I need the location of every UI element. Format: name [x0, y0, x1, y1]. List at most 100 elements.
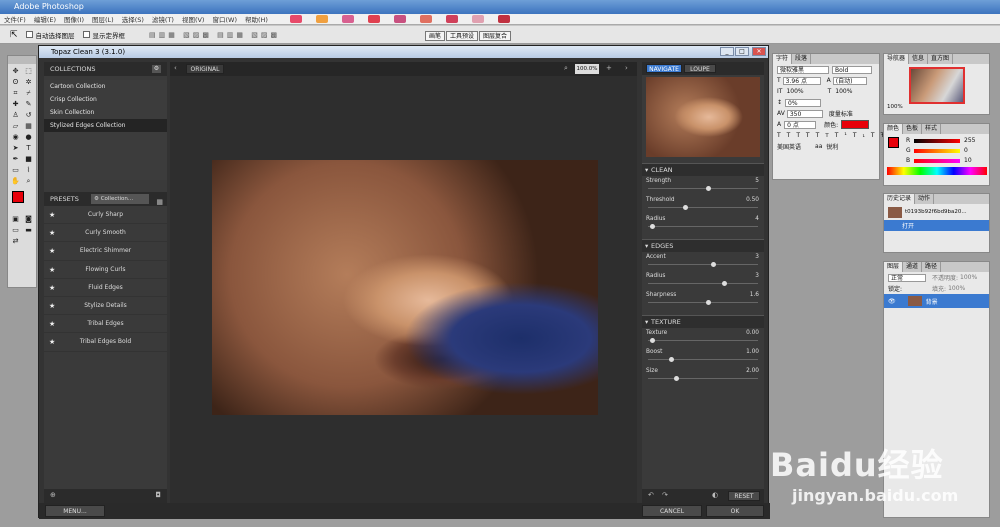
- tab-swatches[interactable]: 色板: [903, 124, 923, 134]
- slider-handle[interactable]: [650, 338, 656, 343]
- tab-color[interactable]: 颜色: [884, 124, 904, 134]
- healing-tool-icon[interactable]: ✚: [10, 100, 21, 109]
- underline-icon[interactable]: T: [871, 132, 881, 139]
- section-header[interactable]: ▾ TEXTURE: [642, 315, 764, 328]
- leading-field[interactable]: (自动): [832, 76, 867, 85]
- brush-tool-icon[interactable]: ✎: [23, 100, 34, 109]
- tab-character[interactable]: 字符: [773, 54, 793, 64]
- collection-item-selected[interactable]: Stylized Edges Collection: [44, 119, 167, 132]
- tab-brushes[interactable]: 画笔: [425, 31, 446, 41]
- tab-loupe[interactable]: LOUPE: [684, 64, 716, 73]
- collection-item[interactable]: Skin Collection: [44, 106, 167, 119]
- font-family-select[interactable]: 微软雅黑: [777, 65, 829, 74]
- camera-icon[interactable]: ◘: [155, 491, 161, 499]
- collections-settings-icon[interactable]: ⚙: [152, 65, 161, 73]
- lasso-tool-icon[interactable]: ʘ: [10, 78, 21, 87]
- star-icon[interactable]: ★: [49, 333, 55, 351]
- eraser-tool-icon[interactable]: ▱: [10, 122, 21, 131]
- slider-value[interactable]: 3: [755, 273, 759, 279]
- magic-wand-icon[interactable]: ✲: [23, 78, 34, 87]
- tab-layers[interactable]: 图层: [884, 262, 904, 272]
- slider-track[interactable]: [648, 302, 758, 303]
- g-slider[interactable]: [914, 149, 960, 153]
- tab-paragraph[interactable]: 段落: [792, 54, 812, 64]
- compare-icon[interactable]: ◐: [712, 491, 718, 499]
- screen-mode-icon[interactable]: ▬: [23, 226, 34, 235]
- foreground-color[interactable]: [12, 191, 24, 203]
- star-icon[interactable]: ★: [49, 224, 55, 242]
- slider-value[interactable]: 5: [755, 178, 759, 184]
- slider-value[interactable]: 0.50: [746, 197, 759, 203]
- hscale-value[interactable]: 100%: [835, 88, 852, 95]
- presets-filter-dropdown[interactable]: ⚙ Collection...: [91, 194, 149, 204]
- tab-paths[interactable]: 路径: [922, 262, 942, 272]
- tab-histogram[interactable]: 直方图: [928, 54, 954, 64]
- history-doc-name[interactable]: t0193b92f6bd9ba20...: [905, 209, 967, 215]
- marquee-tool-icon[interactable]: ⬚: [23, 67, 34, 76]
- slider-track[interactable]: [648, 340, 758, 341]
- menu-window[interactable]: 窗口(W): [212, 14, 237, 24]
- stamp-tool-icon[interactable]: ♙: [10, 111, 21, 120]
- navigator-thumbnail[interactable]: [908, 67, 965, 104]
- chevron-left-icon[interactable]: ‹: [174, 64, 177, 72]
- preview-image[interactable]: [212, 160, 598, 415]
- slider-handle[interactable]: [705, 300, 711, 305]
- slider-value[interactable]: 2.00: [746, 368, 759, 374]
- slider-handle[interactable]: [705, 186, 711, 191]
- zoom-in-icon[interactable]: +: [606, 64, 612, 72]
- ok-button[interactable]: OK: [706, 505, 764, 517]
- preset-item[interactable]: ★ Flowing Curls: [44, 261, 167, 279]
- slider-value[interactable]: 4: [755, 216, 759, 222]
- subscript-icon[interactable]: T₁: [853, 132, 871, 139]
- type-tool-icon[interactable]: T: [23, 144, 34, 153]
- slider-handle[interactable]: [721, 281, 727, 286]
- slider-handle[interactable]: [682, 205, 688, 210]
- preset-item[interactable]: ★ Curly Smooth: [44, 224, 167, 243]
- zoom-field[interactable]: 100.0%: [575, 64, 599, 74]
- screen-mode-icon[interactable]: ▭: [10, 226, 21, 235]
- menu-filter[interactable]: 滤镜(T): [152, 14, 174, 24]
- move-tool-icon[interactable]: ⇱: [10, 30, 18, 40]
- preset-item[interactable]: ★ Tribal Edges Bold: [44, 333, 167, 352]
- slider-track[interactable]: [648, 264, 758, 265]
- quickmask-off-icon[interactable]: ▣: [10, 215, 21, 224]
- preset-item[interactable]: ★ Curly Sharp: [44, 206, 167, 225]
- fill-value[interactable]: 100%: [948, 285, 965, 292]
- font-style-select[interactable]: Bold: [832, 65, 872, 74]
- slider-track[interactable]: [648, 378, 758, 379]
- layer-name[interactable]: 背景: [926, 297, 938, 306]
- dodge-tool-icon[interactable]: ●: [23, 133, 34, 142]
- tab-history[interactable]: 历史记录: [884, 194, 916, 204]
- tab-info[interactable]: 信息: [909, 54, 929, 64]
- r-slider[interactable]: [914, 139, 960, 143]
- menu-help[interactable]: 帮助(H): [245, 14, 268, 24]
- tab-channels[interactable]: 通道: [903, 262, 923, 272]
- collection-item[interactable]: Crisp Collection: [44, 93, 167, 106]
- minimize-icon[interactable]: _: [720, 47, 734, 56]
- opacity-value[interactable]: 100%: [960, 274, 977, 281]
- section-header[interactable]: ▾ CLEAN: [642, 163, 764, 176]
- align-icons[interactable]: ▤▥▦ ▧▨▩ ▤▥▦ ▧▨▩: [149, 31, 280, 39]
- slider-track[interactable]: [648, 188, 758, 189]
- slider-track[interactable]: [648, 207, 758, 208]
- tracking-field[interactable]: 350: [786, 109, 823, 118]
- menu-button[interactable]: MENU...: [45, 505, 105, 517]
- star-icon[interactable]: ★: [49, 206, 55, 224]
- collection-item[interactable]: Cartoon Collection: [44, 80, 167, 93]
- faux-italic-icon[interactable]: T: [787, 132, 797, 139]
- tab-layer-comps[interactable]: 图层复合: [479, 31, 512, 41]
- tab-navigate[interactable]: NAVIGATE: [646, 64, 682, 73]
- pen-tool-icon[interactable]: ✒: [10, 155, 21, 164]
- eye-icon[interactable]: 👁: [888, 298, 896, 305]
- star-icon[interactable]: ★: [49, 297, 55, 315]
- undo-icon[interactable]: ↶: [648, 491, 654, 499]
- eyedropper-icon[interactable]: ⌇: [23, 166, 34, 175]
- slider-value[interactable]: 0.00: [746, 330, 759, 336]
- slider-value[interactable]: 1.6: [750, 292, 759, 298]
- language-select[interactable]: 美国英语: [777, 142, 801, 151]
- menu-edit[interactable]: 编辑(E): [34, 14, 56, 24]
- slider-value[interactable]: 1.00: [746, 349, 759, 355]
- slider-handle[interactable]: [711, 262, 716, 267]
- tab-navigator[interactable]: 导航器: [884, 54, 910, 64]
- color-fg-swatch[interactable]: [888, 137, 899, 148]
